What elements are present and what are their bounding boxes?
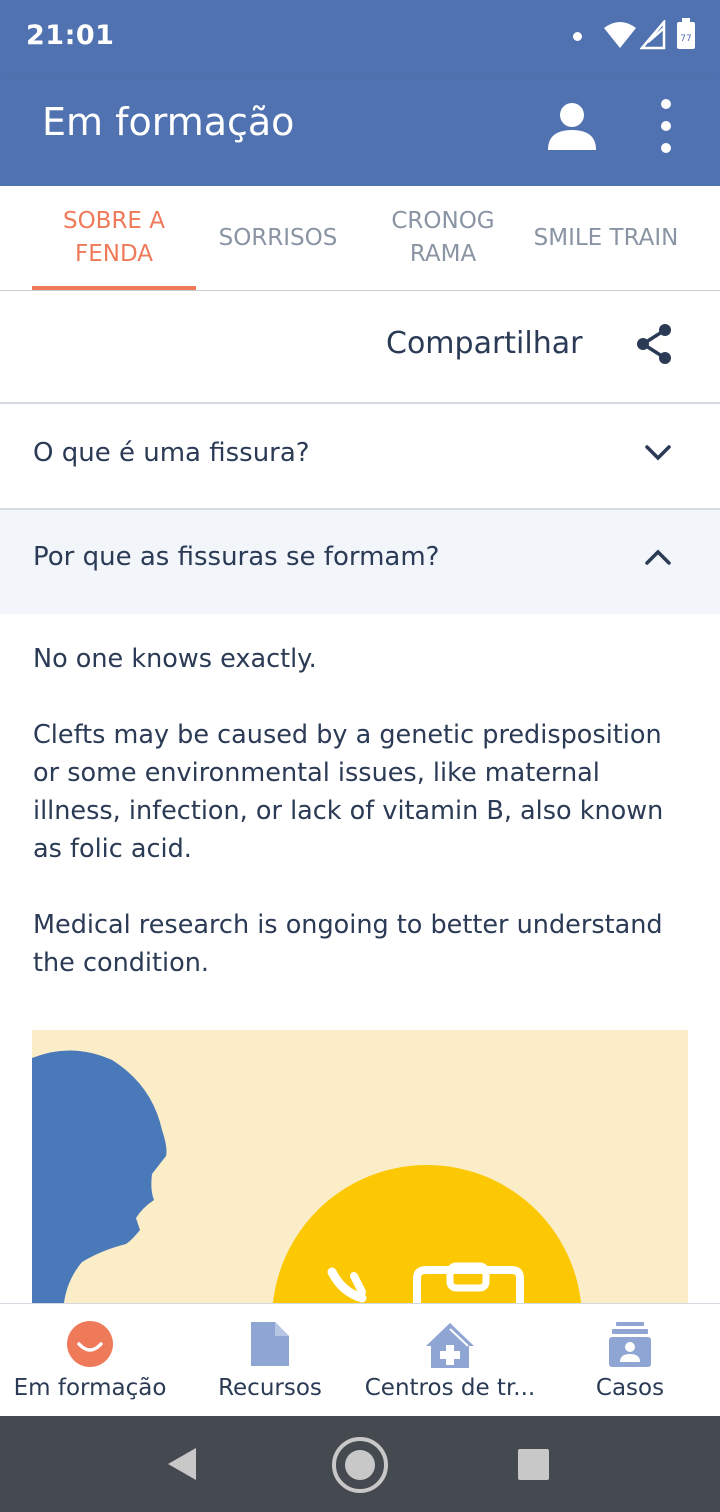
app-bar: Em formação xyxy=(0,76,720,186)
status-bar: 21:01 77 xyxy=(0,0,720,76)
tab-bar: SOBRE A FENDA SORRISOS CRONOG RAMA SMILE… xyxy=(0,186,720,291)
answer-paragraph: Medical research is ongoing to better un… xyxy=(33,910,663,978)
wifi-icon xyxy=(604,22,636,48)
answer-paragraph: Clefts may be caused by a genetic predis… xyxy=(33,720,664,864)
tab-label: SOBRE A FENDA xyxy=(62,208,166,267)
chevron-up-icon xyxy=(645,549,671,565)
share-button[interactable]: Compartilhar xyxy=(386,326,582,361)
faq-question: Por que as fissuras se formam? xyxy=(33,542,440,572)
nav-label: Em formação xyxy=(13,1375,167,1401)
battery-level: 77 xyxy=(680,34,691,44)
nav-label: Casos xyxy=(595,1375,665,1401)
tab-label: SORRISOS xyxy=(218,224,338,251)
person-icon[interactable] xyxy=(546,100,598,152)
answer-paragraph: No one knows exactly. xyxy=(33,644,317,674)
tab-cronograma[interactable]: CRONOG RAMA xyxy=(361,186,525,290)
notification-dot-icon xyxy=(573,32,582,41)
back-icon[interactable] xyxy=(166,1446,198,1482)
tab-label: CRONOG RAMA xyxy=(391,208,495,267)
tab-sorrisos[interactable]: SORRISOS xyxy=(196,186,360,290)
nav-recursos[interactable]: Recursos xyxy=(180,1304,360,1417)
home-icon[interactable] xyxy=(331,1436,389,1494)
document-icon xyxy=(251,1322,289,1366)
smile-icon xyxy=(67,1321,113,1367)
page-title: Em formação xyxy=(42,100,295,144)
system-navigation-bar xyxy=(0,1416,720,1512)
recents-icon[interactable] xyxy=(518,1449,549,1480)
faq-question: O que é uma fissura? xyxy=(33,438,310,468)
tab-label: SMILE TRAIN xyxy=(533,224,679,251)
faq-item-what-is-cleft[interactable]: O que é uma fissura? xyxy=(0,406,720,510)
signal-icon xyxy=(640,20,666,50)
faq-answer: No one knows exactly. Clefts may be caus… xyxy=(33,640,693,1020)
illustration-image xyxy=(32,1030,688,1303)
nav-centros[interactable]: Centros de tr... xyxy=(360,1304,540,1417)
share-row: Compartilhar xyxy=(0,291,720,404)
nav-em-formacao[interactable]: Em formação xyxy=(0,1304,180,1417)
tab-smile-train[interactable]: SMILE TRAIN xyxy=(524,186,688,290)
nav-casos[interactable]: Casos xyxy=(540,1304,720,1417)
hospital-icon xyxy=(426,1323,474,1368)
faq-item-why-clefts-form[interactable]: Por que as fissuras se formam? xyxy=(0,510,720,614)
status-time: 21:01 xyxy=(26,20,115,51)
share-icon[interactable] xyxy=(634,322,674,366)
active-tab-indicator xyxy=(32,286,196,290)
battery-icon: 77 xyxy=(677,18,695,49)
bottom-navigation: Em formação Recursos Centros de tr... Ca… xyxy=(0,1303,720,1416)
nav-label: Recursos xyxy=(218,1375,322,1401)
cleft-illustration xyxy=(32,1050,582,1303)
more-vert-icon[interactable] xyxy=(650,96,682,156)
nav-label: Centros de tr... xyxy=(364,1375,536,1401)
tab-sobre-a-fenda[interactable]: SOBRE A FENDA xyxy=(32,186,196,290)
chevron-down-icon xyxy=(645,445,671,461)
cases-icon xyxy=(609,1322,651,1367)
